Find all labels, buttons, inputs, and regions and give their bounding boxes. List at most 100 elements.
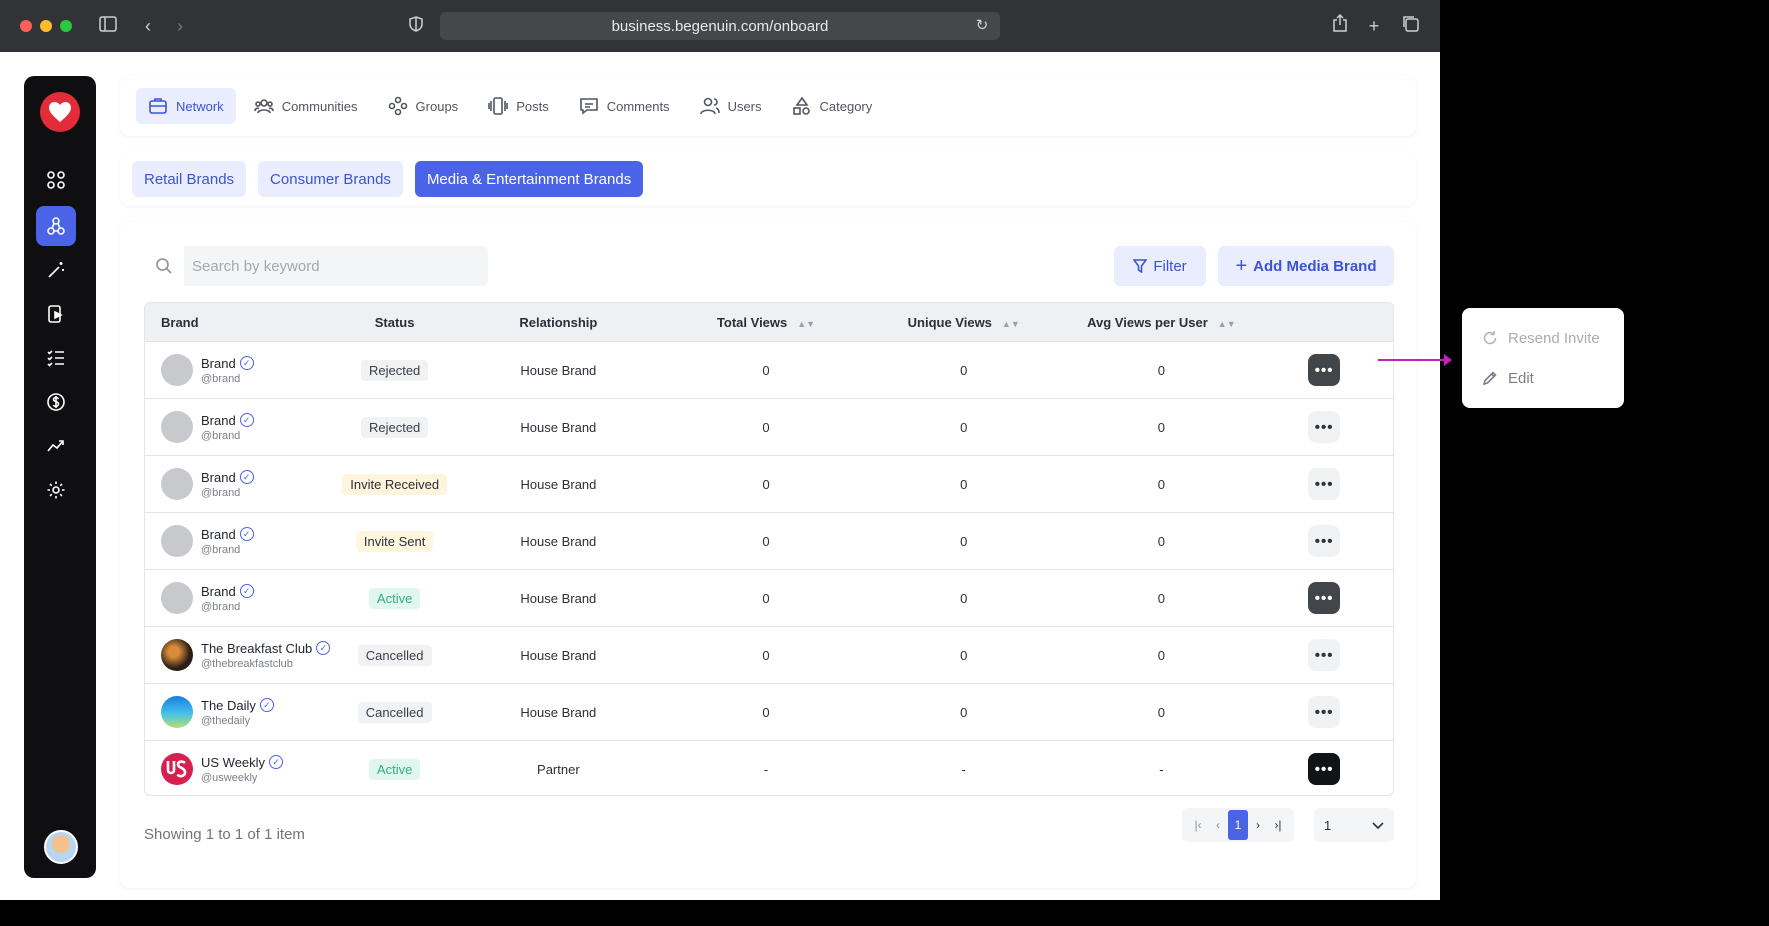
brand-name[interactable]: The Breakfast Club [201, 641, 312, 656]
address-bar[interactable]: business.begenuin.com/onboard ↻ [440, 12, 1000, 40]
brand-name[interactable]: The Daily [201, 698, 256, 713]
sidebar-item-magic[interactable] [36, 250, 76, 290]
next-page-icon[interactable]: › [1248, 814, 1268, 836]
avg-views-cell: 0 [1157, 476, 1166, 492]
user-avatar[interactable] [44, 830, 78, 864]
tab-network[interactable]: Network [136, 88, 236, 124]
relationship-cell: House Brand [520, 533, 597, 549]
sidebar-item-network[interactable] [36, 206, 76, 246]
pagination-summary: Showing 1 to 1 of 1 item [144, 826, 305, 843]
table-row: Brand ✓ @brand Invite Received House Brand… [145, 455, 1393, 512]
sort-icon[interactable]: ▲▼ [1218, 319, 1236, 329]
more-actions-button[interactable]: ••• [1308, 411, 1341, 443]
brand-name[interactable]: Brand [201, 470, 236, 485]
filter-label: Filter [1153, 257, 1187, 275]
brand-avatar [161, 582, 193, 614]
sidebar-toggle-icon[interactable] [96, 14, 120, 38]
brand-name[interactable]: Brand [201, 584, 236, 599]
add-media-brand-button[interactable]: + Add Media Brand [1218, 246, 1394, 286]
first-page-icon[interactable]: |‹ [1188, 814, 1208, 836]
tab-consumer-brands[interactable]: Consumer Brands [258, 161, 403, 197]
url-text: business.begenuin.com/onboard [611, 17, 829, 35]
brand-name[interactable]: US Weekly [201, 755, 265, 770]
annotation-arrow [1378, 354, 1452, 366]
forward-icon[interactable]: › [168, 14, 192, 38]
tab-users[interactable]: Users [688, 88, 774, 124]
sidebar-item-settings[interactable] [36, 470, 76, 510]
app-logo[interactable] [40, 92, 80, 132]
more-actions-button[interactable]: ••• [1308, 753, 1341, 785]
menu-item-resend-invite[interactable]: Resend Invite [1462, 318, 1624, 358]
maximize-window-button[interactable] [60, 20, 72, 32]
brand-handle: @thedaily [201, 714, 251, 727]
more-actions-button[interactable]: ••• [1308, 582, 1341, 614]
relationship-cell: House Brand [520, 362, 597, 378]
share-icon[interactable] [1328, 13, 1352, 38]
brand-name[interactable]: Brand [201, 356, 236, 371]
tab-posts-label: Posts [516, 98, 549, 114]
brand-name[interactable]: Brand [201, 527, 236, 542]
prev-page-icon[interactable]: ‹ [1208, 814, 1228, 836]
page-button-current[interactable]: 1 [1228, 810, 1248, 840]
sidebar-item-monetization[interactable] [36, 382, 76, 422]
brand-handle: @usweekly [201, 771, 258, 784]
header-unique-views[interactable]: Unique Views ▲▼ [860, 315, 1068, 330]
tab-media-entertainment-brands[interactable]: Media & Entertainment Brands [414, 161, 644, 197]
brand-handle: @brand [201, 372, 241, 385]
more-actions-button[interactable]: ••• [1308, 639, 1341, 671]
header-total-views-label: Total Views [716, 314, 788, 330]
brand-name[interactable]: Brand [201, 413, 236, 428]
relationship-cell: House Brand [520, 647, 597, 663]
sort-icon[interactable]: ▲▼ [797, 319, 815, 329]
new-tab-icon[interactable]: + [1362, 14, 1386, 38]
more-actions-button[interactable]: ••• [1308, 696, 1341, 728]
tab-category[interactable]: Category [780, 88, 885, 124]
total-views-cell: 0 [762, 533, 770, 549]
grid-icon [47, 171, 65, 189]
sidebar-item-dashboard[interactable] [36, 160, 76, 200]
analytics-icon [47, 440, 64, 452]
more-actions-button[interactable]: ••• [1308, 525, 1341, 557]
tab-posts[interactable]: Posts [476, 88, 561, 124]
avg-views-cell: 0 [1157, 647, 1165, 663]
reload-icon[interactable]: ↻ [970, 14, 994, 38]
verified-icon: ✓ [239, 356, 254, 370]
brand-category-tabs: Retail Brands Consumer Brands Media & En… [120, 152, 1416, 206]
header-total-views[interactable]: Total Views ▲▼ [672, 315, 860, 330]
avg-views-cell: - [1159, 761, 1164, 777]
add-media-brand-label: Add Media Brand [1253, 257, 1377, 275]
users-icon [699, 97, 720, 115]
tab-retail-brands[interactable]: Retail Brands [132, 161, 247, 197]
back-icon[interactable]: ‹ [136, 14, 160, 38]
more-actions-button[interactable]: ••• [1308, 354, 1341, 386]
brands-card: Filter + Add Media Brand Brand Status Re… [120, 222, 1416, 888]
minimize-window-button[interactable] [40, 20, 52, 32]
sort-icon[interactable]: ▲▼ [1002, 319, 1020, 329]
menu-item-label: Resend Invite [1508, 329, 1600, 347]
tab-communities[interactable]: Communities [242, 88, 370, 124]
menu-item-edit[interactable]: Edit [1462, 358, 1624, 398]
page-select[interactable]: 1 [1314, 808, 1394, 842]
brand-handle: @brand [201, 543, 241, 556]
status-badge: Active [368, 758, 421, 780]
sidebar-item-tasks[interactable] [36, 338, 76, 378]
last-page-icon[interactable]: ›| [1268, 814, 1288, 836]
status-badge: Rejected [360, 416, 429, 438]
more-actions-button[interactable]: ••• [1308, 468, 1341, 500]
sidebar-item-videos[interactable] [36, 294, 76, 334]
tab-communities-label: Communities [281, 98, 358, 114]
close-window-button[interactable] [20, 20, 32, 32]
tab-groups[interactable]: Groups [376, 88, 471, 124]
sidebar-item-analytics[interactable] [36, 426, 76, 466]
header-avg-views[interactable]: Avg Views per User ▲▼ [1068, 315, 1256, 330]
briefcase-icon [149, 98, 167, 114]
tab-overview-icon[interactable] [1398, 14, 1422, 38]
header-avg-views-label: Avg Views per User [1087, 314, 1208, 330]
posts-icon [488, 97, 508, 115]
avg-views-cell: 0 [1157, 704, 1165, 720]
tab-comments[interactable]: Comments [567, 88, 682, 124]
shield-icon[interactable] [406, 16, 426, 36]
filter-button[interactable]: Filter [1114, 246, 1206, 286]
search-input[interactable] [184, 257, 474, 275]
gear-icon [47, 481, 65, 499]
